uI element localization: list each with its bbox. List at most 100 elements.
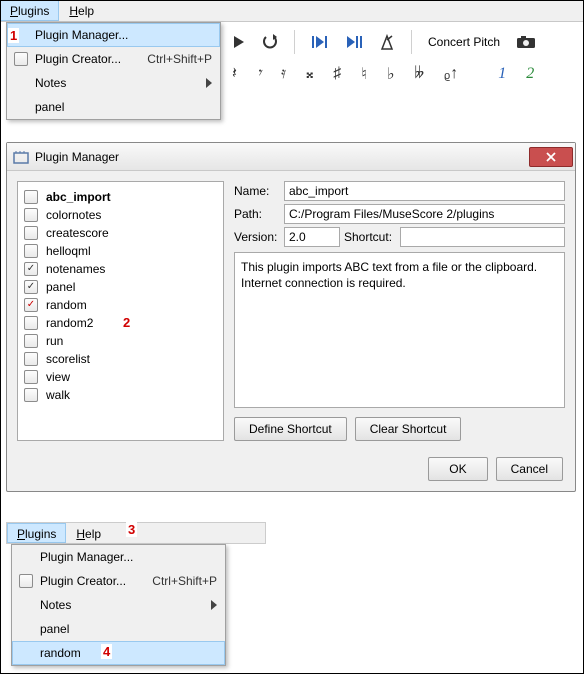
shortcut-field[interactable] — [400, 227, 565, 247]
plugins-dropdown-2: Plugin Manager... Plugin Creator... Ctrl… — [11, 544, 226, 666]
description-box: This plugin imports ABC text from a file… — [234, 252, 565, 408]
version-label: Version: — [234, 230, 280, 244]
checkbox[interactable] — [24, 316, 38, 330]
cancel-button[interactable]: Cancel — [496, 457, 563, 481]
menu-item-plugin-creator-2[interactable]: Plugin Creator... Ctrl+Shift+P — [12, 569, 225, 593]
menu-help-2[interactable]: Help — [66, 523, 111, 543]
chevron-right-icon — [211, 600, 217, 610]
name-label: Name: — [234, 184, 280, 198]
menu-plugins[interactable]: Plugins — [0, 0, 59, 21]
checkbox[interactable]: ✓ — [24, 280, 38, 294]
menu-plugins-2[interactable]: Plugins — [7, 523, 66, 543]
checkbox[interactable] — [24, 388, 38, 402]
plugin-label: walk — [46, 388, 70, 402]
name-field[interactable] — [284, 181, 565, 201]
plugin-row-notenames[interactable]: ✓ notenames — [22, 260, 219, 278]
annotation-4: 4 — [101, 644, 112, 659]
checkbox[interactable] — [24, 352, 38, 366]
close-button[interactable] — [529, 147, 573, 167]
plugin-row-walk[interactable]: walk — [22, 386, 219, 404]
version-field[interactable] — [284, 227, 340, 247]
plugin-row-helloqml[interactable]: helloqml — [22, 242, 219, 260]
path-label: Path: — [234, 207, 280, 221]
loop-icon[interactable] — [262, 34, 278, 50]
note-toolbar: 𝄽 𝄾 𝄿 𝄪 ♯ ♮ ♭ 𝄫 ᵨ↑ 1 2 — [232, 60, 534, 88]
plugin-details: Name: Path: Version: Shortcut: This plug… — [234, 181, 565, 441]
plugin-row-run[interactable]: run — [22, 332, 219, 350]
skip-end-icon[interactable] — [345, 35, 363, 49]
menu-item-random[interactable]: random — [12, 641, 225, 665]
plugin-label: notenames — [46, 262, 105, 276]
play-icon[interactable] — [232, 35, 246, 49]
double-sharp-icon[interactable]: 𝄪 — [306, 65, 313, 83]
clear-shortcut-button[interactable]: Clear Shortcut — [355, 417, 462, 441]
checkbox-icon — [14, 52, 28, 66]
menu-item-plugin-manager[interactable]: Plugin Manager... — [7, 23, 220, 47]
shortcut-label: Shortcut: — [344, 230, 396, 244]
close-icon — [546, 152, 556, 162]
menu-item-plugin-manager-2[interactable]: Plugin Manager... — [12, 545, 225, 569]
menu-item-panel-2[interactable]: panel — [12, 617, 225, 641]
checkbox[interactable]: ✓ — [24, 298, 38, 312]
dialog-titlebar: Plugin Manager — [7, 143, 575, 171]
checkbox[interactable] — [24, 334, 38, 348]
plugin-label: scorelist — [46, 352, 90, 366]
menubar: Plugins Help — [0, 0, 584, 22]
rest-icon-2[interactable]: 𝄾 — [257, 65, 261, 83]
voice-2[interactable]: 2 — [526, 65, 534, 83]
metronome-icon[interactable] — [379, 34, 395, 50]
menu-help[interactable]: Help — [59, 0, 104, 21]
annotation-1: 1 — [8, 28, 19, 43]
second-instance: Plugins Help Plugin Manager... Plugin Cr… — [6, 522, 266, 666]
menu-item-notes-2[interactable]: Notes — [12, 593, 225, 617]
plugin-label: createscore — [46, 226, 109, 240]
checkbox[interactable] — [24, 208, 38, 222]
checkbox[interactable] — [24, 370, 38, 384]
plugin-label: abc_import — [46, 190, 111, 204]
checkbox-icon — [19, 574, 33, 588]
voice-1[interactable]: 1 — [498, 65, 506, 83]
double-flat-icon[interactable]: 𝄫 — [415, 65, 425, 83]
checkbox[interactable]: ✓ — [24, 262, 38, 276]
plugin-manager-dialog: Plugin Manager abc_import colornotes creat… — [6, 142, 576, 492]
camera-icon[interactable] — [516, 35, 536, 49]
define-shortcut-button[interactable]: Define Shortcut — [234, 417, 347, 441]
plugin-row-scorelist[interactable]: scorelist — [22, 350, 219, 368]
plugin-row-view[interactable]: view — [22, 368, 219, 386]
rest-icon[interactable]: 𝄽 — [232, 65, 237, 83]
window-icon — [13, 150, 29, 164]
plugin-label: run — [46, 334, 63, 348]
rewind-icon[interactable] — [311, 35, 329, 49]
plugin-label: helloqml — [46, 244, 91, 258]
plugin-row-createscore[interactable]: createscore — [22, 224, 219, 242]
plugin-row-panel[interactable]: ✓ panel — [22, 278, 219, 296]
blank-area — [320, 530, 570, 630]
ok-button[interactable]: OK — [428, 457, 487, 481]
checkbox[interactable] — [24, 190, 38, 204]
plugin-label: random2 — [46, 316, 93, 330]
menu-item-plugin-creator[interactable]: Plugin Creator... Ctrl+Shift+P — [7, 47, 220, 71]
toolbar: Concert Pitch — [232, 28, 536, 56]
annotation-2: 2 — [121, 315, 132, 330]
plugin-row-abc_import[interactable]: abc_import — [22, 188, 219, 206]
plugin-list[interactable]: abc_import colornotes createscore helloqml ✓… — [17, 181, 224, 441]
natural-icon[interactable]: ♮ — [361, 64, 367, 84]
dialog-title: Plugin Manager — [35, 150, 119, 164]
menu-item-notes[interactable]: Notes — [7, 71, 220, 95]
menu-item-panel[interactable]: panel — [7, 95, 220, 119]
sharp-icon[interactable]: ♯ — [333, 65, 341, 83]
plugin-row-random[interactable]: ✓ random — [22, 296, 219, 314]
flip-icon[interactable]: ᵨ↑ — [444, 65, 458, 83]
plugin-label: panel — [46, 280, 75, 294]
plugin-label: colornotes — [46, 208, 101, 222]
flat-icon[interactable]: ♭ — [387, 64, 395, 84]
rest-icon-3[interactable]: 𝄿 — [281, 65, 286, 83]
chevron-right-icon — [206, 78, 212, 88]
plugin-label: random — [46, 298, 87, 312]
checkbox[interactable] — [24, 244, 38, 258]
plugin-label: view — [46, 370, 70, 384]
checkbox[interactable] — [24, 226, 38, 240]
path-field[interactable] — [284, 204, 565, 224]
plugin-row-colornotes[interactable]: colornotes — [22, 206, 219, 224]
concert-pitch-button[interactable]: Concert Pitch — [428, 35, 500, 49]
